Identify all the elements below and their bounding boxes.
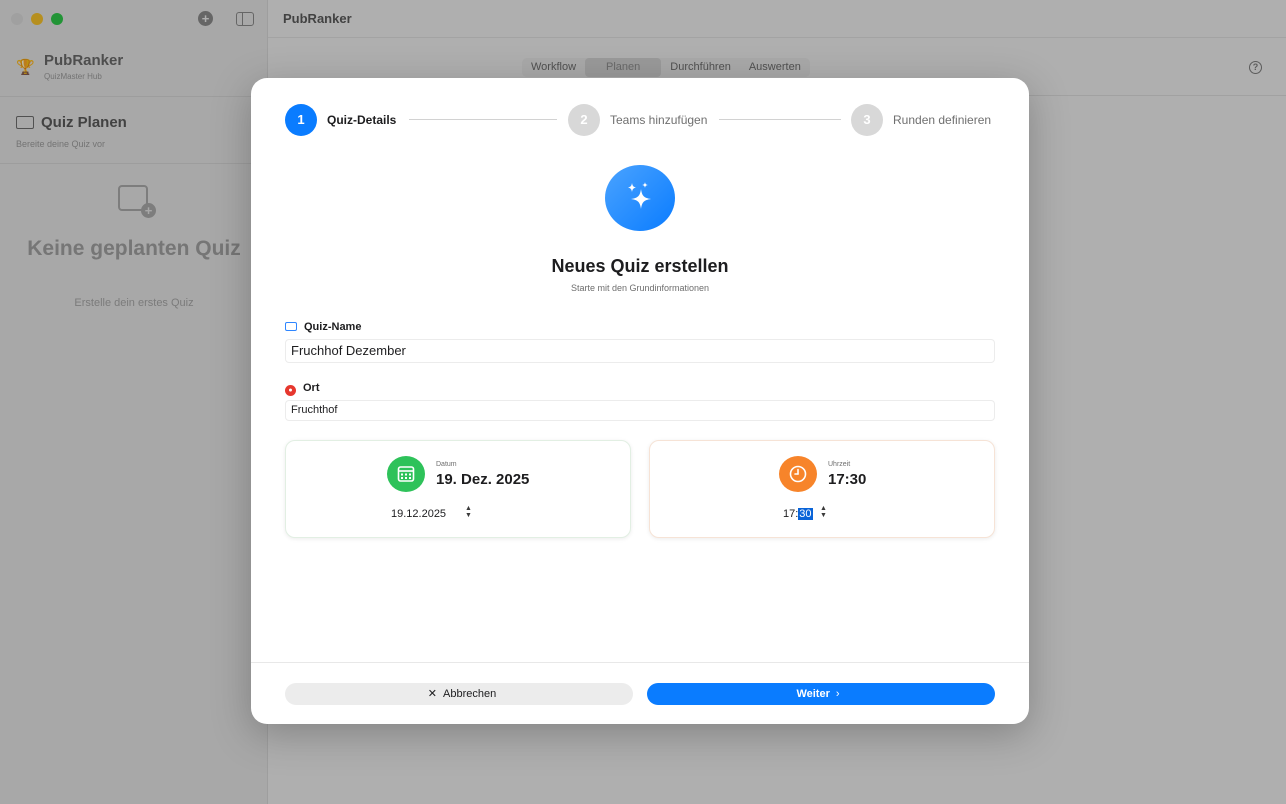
- date-display: 19. Dez. 2025: [436, 471, 530, 488]
- time-stepper[interactable]: ▲ ▼: [819, 505, 828, 521]
- step-number: 1: [285, 104, 317, 136]
- location-label-text: Ort: [303, 382, 320, 394]
- quiz-name-input[interactable]: Fruchhof Dezember: [285, 339, 995, 363]
- location-pin-icon: ●: [285, 385, 296, 396]
- quiz-name-label-text: Quiz-Name: [304, 321, 362, 333]
- time-display: 17:30: [828, 471, 867, 488]
- quiz-name-label: Quiz-Name: [285, 321, 361, 333]
- cancel-button-label: Abbrechen: [443, 688, 497, 700]
- clock-icon: [779, 456, 817, 492]
- date-card: Datum 19. Dez. 2025 19.12.2025 ▲ ▼: [285, 440, 631, 538]
- step-number: 2: [568, 104, 600, 136]
- location-input[interactable]: Fruchthof: [285, 400, 995, 421]
- date-stepper[interactable]: ▲ ▼: [464, 505, 473, 521]
- date-picker-field[interactable]: 19.12.2025: [391, 508, 446, 520]
- next-button[interactable]: Weiter ›: [647, 683, 995, 705]
- step-label: Quiz-Details: [327, 113, 397, 127]
- location-label: ● Ort: [285, 382, 320, 396]
- date-caption: Datum: [436, 461, 457, 468]
- time-picker-field[interactable]: 17:30: [783, 508, 813, 520]
- next-button-label: Weiter: [796, 688, 830, 700]
- footer-divider: [251, 662, 1029, 663]
- new-quiz-modal: 1 Quiz-Details 2 Teams hinzufügen 3 Rund…: [251, 78, 1029, 724]
- cancel-button[interactable]: ✕ Abbrechen: [285, 683, 633, 705]
- time-minute-selected[interactable]: 30: [798, 508, 813, 520]
- time-card: Uhrzeit 17:30 17:30 ▲ ▼: [649, 440, 995, 538]
- calendar-icon: [387, 456, 425, 492]
- step-connector: [719, 119, 841, 120]
- modal-title: Neues Quiz erstellen: [551, 256, 729, 276]
- step-number: 3: [851, 104, 883, 136]
- time-caption: Uhrzeit: [828, 461, 851, 468]
- close-icon: ✕: [427, 688, 437, 700]
- chevron-right-icon: ›: [835, 688, 840, 700]
- sparkles-icon: [605, 165, 675, 231]
- step-label: Runden definieren: [893, 113, 992, 127]
- time-hour[interactable]: 17:: [783, 508, 798, 520]
- step-connector: [409, 119, 557, 120]
- step-label: Teams hinzufügen: [610, 113, 708, 127]
- name-tag-icon: [285, 322, 297, 331]
- modal-subtitle: Starte mit den Grundinformationen: [570, 283, 710, 293]
